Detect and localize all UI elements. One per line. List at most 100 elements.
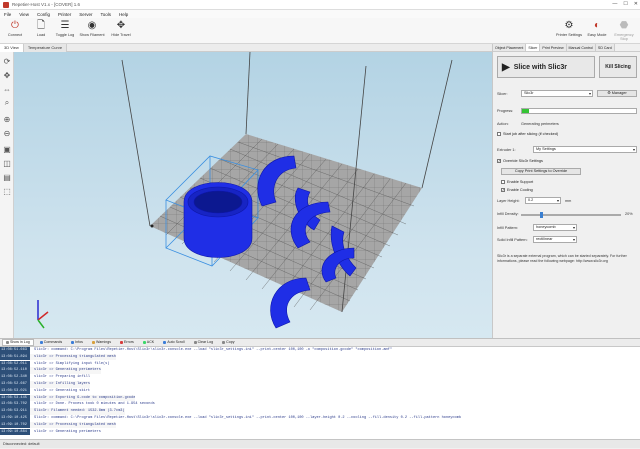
move-object-icon[interactable]: ⇔ — [2, 84, 12, 94]
easy-mode-button[interactable]: ◐ Easy Mode — [584, 20, 610, 42]
minimize-button[interactable]: — — [612, 1, 617, 7]
3d-viewport[interactable] — [14, 52, 492, 338]
log-filter-icon — [193, 341, 197, 344]
log-tab-infos[interactable]: Infos — [68, 339, 86, 346]
solid-infill-select[interactable]: rectilinear — [533, 236, 577, 243]
log-timestamp: 13:08:52.110 — [0, 367, 30, 374]
tab-3d-view[interactable]: 3D View — [0, 44, 24, 52]
hide-travel-button[interactable]: ✥ Hide Travel — [108, 20, 134, 42]
extruder-select[interactable]: My Settings — [533, 146, 637, 153]
log-message: slic3r => Processing triangulated mesh — [30, 353, 116, 361]
easy-mode-icon: ◐ — [593, 20, 601, 31]
wireframe-icon[interactable]: ⬚ — [2, 186, 12, 196]
log-timestamp: 13:08:51.663 — [0, 347, 30, 354]
emergency-stop-button[interactable]: ⬣ Emergency Stop — [610, 20, 638, 42]
menu-view[interactable]: View — [19, 12, 29, 17]
top-view-icon[interactable]: ◫ — [2, 158, 12, 168]
log-filter-icon — [163, 341, 167, 344]
progress-fill — [522, 109, 529, 113]
log-tab-show-in-log[interactable]: Show in Log — [2, 339, 34, 346]
slicer-help-text: Slic3r is a separate external program, w… — [497, 254, 627, 263]
log-message: slic3r => Generating perimeters — [30, 367, 101, 374]
close-button[interactable]: ✕ — [634, 1, 638, 7]
tab-object-placement[interactable]: Object Placement — [493, 44, 527, 51]
log-tab-errors[interactable]: Errors — [117, 339, 137, 346]
checkbox-box — [497, 132, 501, 136]
log-row: 13:08:53.445 slic3r => Exporting G-code t… — [0, 394, 640, 402]
menu-file[interactable]: File — [4, 12, 11, 17]
tab-manual-control[interactable]: Manual Control — [566, 44, 596, 51]
zoom-out-icon[interactable]: ⊖ — [2, 128, 12, 138]
model-arc-5 — [270, 277, 311, 329]
log-timestamp: 13:08:52.011 — [0, 360, 30, 368]
tab-slicer[interactable]: Slicer — [526, 44, 541, 51]
log-tab-copy[interactable]: Copy — [219, 339, 237, 346]
log-filter-icon — [71, 341, 75, 344]
connect-button[interactable]: ⏻ Connect — [2, 20, 28, 42]
slicer-select[interactable]: Slic3r — [521, 90, 593, 97]
log-tab-warnings[interactable]: Warnings — [89, 339, 114, 346]
checkbox-box: ✓ — [501, 188, 505, 192]
log-filter-icon — [222, 341, 226, 344]
manager-button[interactable]: ⚙ Manager — [597, 90, 637, 97]
log-tab-auto-scroll[interactable]: Auto Scroll — [160, 339, 187, 346]
slider-knob[interactable] — [540, 212, 544, 218]
printer-settings-icon: ⚙ — [564, 20, 574, 31]
log-timestamp: 13:09:10.884 — [0, 428, 30, 436]
maximize-button[interactable]: ☐ — [623, 1, 627, 7]
log-filter-icon — [120, 341, 123, 344]
move-view-icon[interactable]: ✥ — [2, 70, 12, 80]
enable-support-checkbox[interactable]: Enable Support — [501, 180, 533, 184]
copy-settings-button[interactable]: Copy Print Settings to Override — [501, 168, 581, 175]
show-filament-button[interactable]: ◉ Show Filament — [76, 20, 108, 42]
printer-settings-button[interactable]: ⚙ Printer Settings — [554, 20, 584, 42]
log-tab-ack[interactable]: ACK — [140, 339, 157, 346]
log-message: slic3r => Preparing infill — [34, 375, 91, 380]
slice-button[interactable]: ▶ Slice with Slic3r — [497, 56, 595, 78]
log-row: 13:08:52.110 slic3r => Generating perimet… — [0, 367, 640, 374]
solid-infill-label: Solid Infill Pattern: — [497, 238, 528, 242]
enable-cooling-checkbox[interactable]: ✓ Enable Cooling — [501, 188, 533, 192]
menu-tools[interactable]: Tools — [101, 12, 112, 17]
menu-printer[interactable]: Printer — [58, 12, 71, 17]
zoom-in-icon[interactable]: ⊕ — [2, 114, 12, 124]
log-timestamp: 13:08:53.702 — [0, 401, 30, 408]
front-view-icon[interactable]: ▣ — [2, 144, 12, 154]
log-tab-clear-log[interactable]: Clear Log — [191, 339, 217, 346]
infill-density-slider[interactable] — [521, 212, 621, 218]
start-after-slicing-checkbox[interactable]: Start job after slicing (if checked) — [497, 132, 558, 136]
log-row: 13:09:10.425 Slic3r: command: C:\Program … — [0, 415, 640, 422]
menu-help[interactable]: Help — [119, 12, 128, 17]
layer-height-label: Layer Height: — [497, 199, 520, 203]
play-icon: ▶ — [502, 61, 510, 73]
toggle-log-button[interactable]: ☰ Toggle Log — [52, 20, 78, 42]
log-filter-icon — [91, 341, 95, 344]
load-button[interactable]: 🗋 Load — [28, 20, 54, 42]
infill-pattern-label: Infill Pattern: — [497, 226, 519, 230]
layer-height-unit: mm — [565, 199, 572, 203]
right-panel: Object Placement Slicer Print Preview Ma… — [492, 44, 640, 338]
view-tabs: 3D View Temperature Curve — [0, 44, 492, 52]
log-tab-commands[interactable]: Commands — [37, 339, 65, 346]
log-timestamp: 13:08:51.894 — [0, 353, 30, 361]
menu-server[interactable]: Server — [79, 12, 92, 17]
menu-config[interactable]: Config — [37, 12, 50, 17]
infill-pattern-select[interactable]: honeycomb — [533, 224, 577, 231]
kill-slicing-button[interactable]: Kill Slicing — [599, 56, 637, 78]
side-view-icon[interactable]: ▤ — [2, 172, 12, 182]
log-row: 13:08:52.340 slic3r => Preparing infill — [0, 374, 640, 381]
right-tabs: Object Placement Slicer Print Preview Ma… — [493, 44, 640, 52]
zoom-icon[interactable]: ⌕ — [2, 98, 12, 108]
rotate-view-icon[interactable]: ⟳ — [2, 56, 12, 66]
tab-temperature-curve[interactable]: Temperature Curve — [23, 44, 68, 52]
log-message: Slic3r: command: C:\Program Files\Repeti… — [34, 348, 392, 352]
log-area[interactable]: 13:08:51.663 Slic3r: command: C:\Program … — [0, 347, 640, 439]
log-message: slic3r => Done. Process took 0 minutes a… — [34, 402, 155, 407]
log-message: slic3r => Generating perimeters — [34, 429, 101, 434]
layer-height-input[interactable]: 0.2 — [525, 197, 561, 204]
tab-sd-card[interactable]: SD Card — [595, 44, 615, 51]
tab-print-preview[interactable]: Print Preview — [540, 44, 567, 51]
log-message: Slic3r: command: C:\Program Files\Repeti… — [34, 416, 462, 420]
log-row: 13:09:10.884 slic3r => Generating perimet… — [0, 428, 640, 436]
override-settings-checkbox[interactable]: ✓ Override Slic3r Settings — [497, 159, 543, 163]
